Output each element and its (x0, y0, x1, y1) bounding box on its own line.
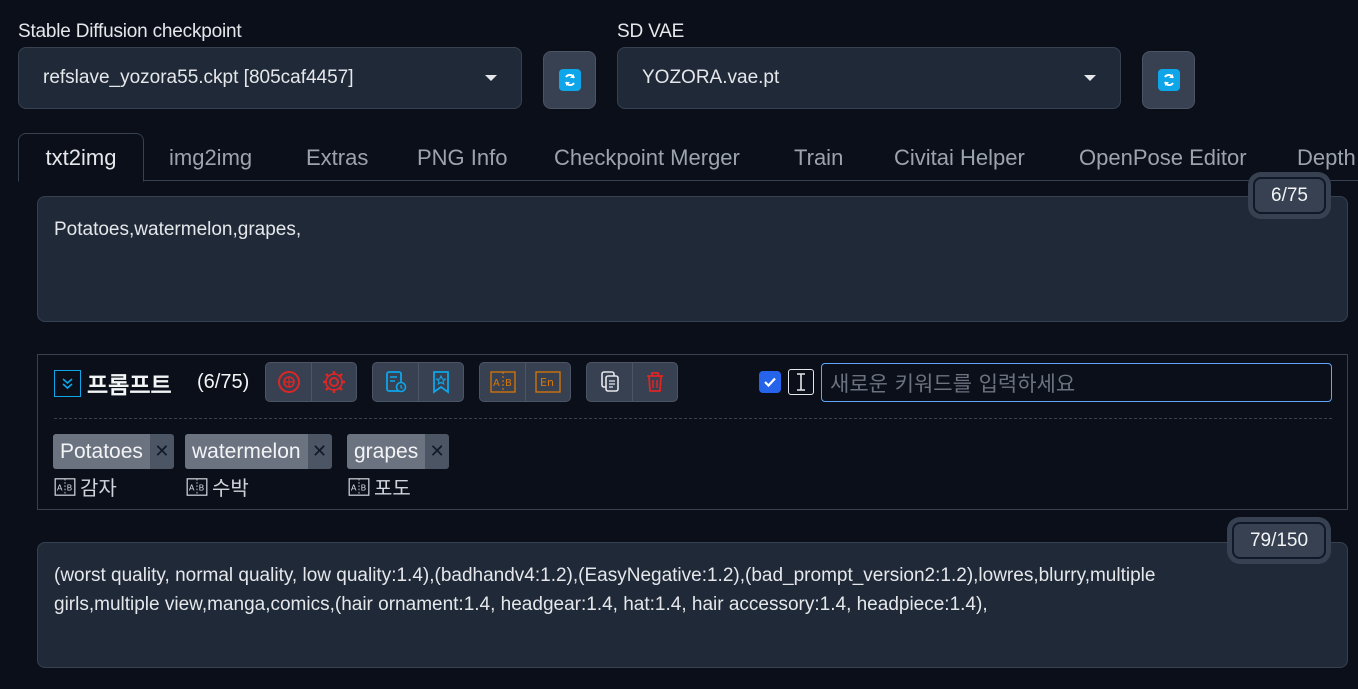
chevron-down-icon (485, 75, 497, 81)
tag-translation-text: 포도 (374, 476, 411, 500)
openai-settings-button[interactable] (311, 363, 356, 401)
refresh-checkpoint-button[interactable] (543, 51, 596, 109)
clipboard-button-group (586, 362, 678, 402)
tab-txt2img[interactable]: txt2img (18, 133, 144, 182)
svg-text:B: B (505, 378, 512, 389)
auto-checkbox[interactable] (759, 371, 781, 393)
tag-text: watermelon (185, 434, 308, 469)
tab-civitai-helper[interactable]: Civitai Helper (894, 145, 1025, 171)
text-cursor-icon[interactable] (788, 369, 814, 395)
tabs-divider (18, 180, 1358, 181)
history-icon (385, 371, 406, 393)
gear-icon (323, 371, 345, 393)
negative-prompt-textarea[interactable]: (worst quality, normal quality, low qual… (37, 542, 1348, 668)
translate-button[interactable]: AB (480, 363, 525, 401)
checkpoint-label: Stable Diffusion checkpoint (18, 21, 242, 42)
trash-icon (647, 372, 663, 392)
openai-generate-button[interactable] (266, 363, 311, 401)
tag-translation: AB 수박 (186, 472, 249, 501)
svg-text:B: B (67, 482, 73, 492)
translate-button-group: AB En (479, 362, 571, 402)
delete-button[interactable] (632, 363, 677, 401)
favorites-button[interactable] (418, 363, 463, 401)
panel-divider (54, 418, 1332, 419)
tab-train[interactable]: Train (794, 145, 843, 171)
keyword-input[interactable]: 새로운 키워드를 입력하세요 (821, 363, 1332, 402)
translate-icon: AB (489, 371, 516, 393)
translate-icon: AB (186, 477, 208, 496)
tag-translation-text: 수박 (212, 476, 249, 500)
refresh-icon (1157, 69, 1180, 91)
english-button[interactable]: En (525, 363, 570, 401)
tag-text: grapes (347, 434, 426, 469)
svg-text:A: A (57, 482, 63, 492)
tag-chip[interactable]: Potatoes ✕ (53, 434, 174, 469)
translate-icon: AB (348, 477, 370, 496)
english-icon: En (535, 371, 561, 393)
tag-chip[interactable]: watermelon ✕ (185, 434, 332, 469)
tab-checkpoint-merger[interactable]: Checkpoint Merger (554, 145, 740, 171)
svg-text:A: A (493, 378, 500, 389)
bookmark-star-icon (433, 371, 449, 394)
negative-token-counter: 79/150 (1232, 522, 1326, 559)
refresh-icon (558, 69, 581, 91)
svg-text:A: A (189, 482, 195, 492)
tab-png-info[interactable]: PNG Info (417, 145, 507, 171)
panel-title: 프롬프트 (87, 373, 172, 399)
tab-depth[interactable]: Depth (1297, 145, 1358, 171)
chevron-double-down-icon (62, 378, 73, 390)
chevron-down-icon (1084, 75, 1096, 81)
vae-value: YOZORA.vae.pt (642, 67, 780, 88)
tag-chip[interactable]: grapes ✕ (347, 434, 450, 469)
tab-openpose-editor[interactable]: OpenPose Editor (1079, 145, 1247, 171)
tag-translation-text: 감자 (80, 476, 117, 500)
close-icon[interactable]: ✕ (308, 434, 332, 469)
checkpoint-value: refslave_yozora55.ckpt [805caf4457] (43, 67, 354, 88)
svg-text:B: B (199, 482, 205, 492)
openai-button-group (265, 362, 357, 402)
prompt-token-counter: 6/75 (1253, 177, 1326, 214)
panel-token-count: (6/75) (197, 371, 250, 393)
vae-label: SD VAE (617, 21, 685, 42)
history-button[interactable] (373, 363, 418, 401)
check-icon (764, 377, 776, 388)
translate-icon: AB (54, 477, 76, 496)
tag-text: Potatoes (53, 434, 150, 469)
openai-icon (277, 371, 300, 393)
tag-translation: AB 포도 (348, 472, 411, 501)
collapse-toggle[interactable] (54, 370, 81, 397)
tab-extras[interactable]: Extras (306, 145, 368, 171)
svg-text:A: A (351, 482, 357, 492)
close-icon[interactable]: ✕ (150, 434, 174, 469)
copy-icon (600, 371, 619, 392)
vae-dropdown[interactable]: YOZORA.vae.pt (617, 47, 1121, 109)
checkpoint-dropdown[interactable]: refslave_yozora55.ckpt [805caf4457] (18, 47, 522, 109)
close-icon[interactable]: ✕ (425, 434, 449, 469)
prompt-textarea[interactable]: Potatoes,watermelon,grapes, (37, 196, 1348, 322)
history-button-group (372, 362, 464, 402)
svg-text:En: En (540, 376, 554, 389)
tag-translation: AB 감자 (54, 472, 117, 501)
copy-button[interactable] (587, 363, 632, 401)
svg-text:B: B (361, 482, 367, 492)
tab-img2img[interactable]: img2img (169, 145, 252, 171)
refresh-vae-button[interactable] (1142, 51, 1195, 109)
